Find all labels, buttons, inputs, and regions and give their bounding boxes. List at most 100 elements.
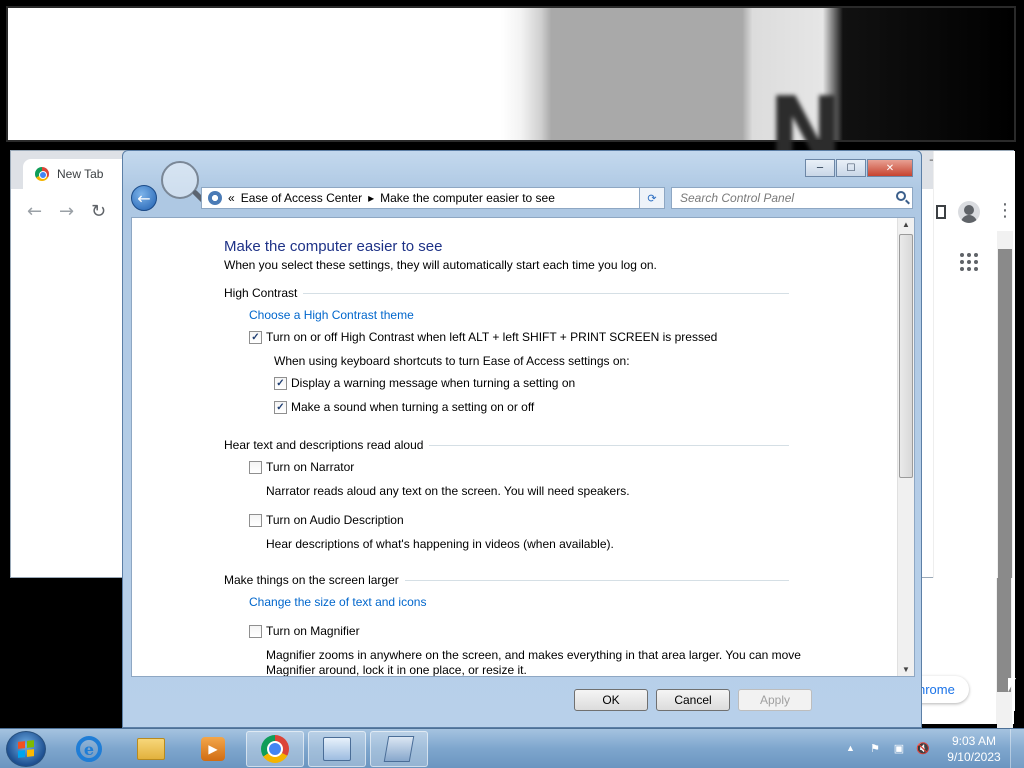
section-read-aloud: Hear text and descriptions read aloud <box>224 438 789 452</box>
checkbox-label[interactable]: Turn on Magnifier <box>266 624 360 638</box>
audio-description-description: Hear descriptions of what's happening in… <box>266 537 614 551</box>
profile-avatar-icon[interactable] <box>958 201 980 223</box>
search-icon[interactable] <box>896 191 906 201</box>
chrome-tab-title: New Tab <box>57 167 104 181</box>
checkbox-label[interactable]: Make a sound when turning a setting on o… <box>291 400 534 414</box>
section-heading: Hear text and descriptions read aloud <box>224 438 424 452</box>
checkbox-unchecked-icon[interactable] <box>249 513 262 527</box>
scroll-up-icon[interactable]: ▲ <box>902 220 910 229</box>
checkbox-label[interactable]: Display a warning message when turning a… <box>291 376 575 390</box>
section-heading: Make things on the screen larger <box>224 573 399 587</box>
chrome-scrollbar-thumb-lower[interactable] <box>997 578 1011 692</box>
section-screen-larger: Make things on the screen larger <box>224 573 789 587</box>
section-heading: High Contrast <box>224 286 298 300</box>
cp-window-controls: ─ ☐ ✕ <box>805 159 913 177</box>
chrome-tab-new-tab[interactable]: New Tab <box>23 159 135 189</box>
chrome-icon <box>261 735 289 763</box>
system-tray: ▲ ⚑ ▣ 🔇 9:03 AM 9/10/2023 <box>840 729 1024 768</box>
warning-message-checkbox[interactable]: ✓ Display a warning message when turning… <box>274 376 575 390</box>
breadcrumb-make-computer-easier-to-see[interactable]: Make the computer easier to see <box>380 191 555 205</box>
magnifier-icon <box>383 736 415 762</box>
cancel-button[interactable]: Cancel <box>656 689 730 711</box>
start-button[interactable] <box>6 731 46 767</box>
mouse-pointer-icon <box>1008 678 1016 692</box>
checkbox-checked-icon[interactable]: ✓ <box>249 330 262 344</box>
checkbox-label[interactable]: Turn on Narrator <box>266 460 354 474</box>
taskbar-magnifier[interactable] <box>370 731 428 767</box>
checkbox-label[interactable]: Turn on Audio Description <box>266 513 404 527</box>
address-bar[interactable]: « Ease of Access Center ▸ Make the compu… <box>201 187 665 209</box>
magnifier-description-line1: Magnifier zooms in anywhere on the scree… <box>266 648 801 662</box>
reload-icon[interactable]: ↻ <box>91 201 106 222</box>
refresh-button[interactable]: ⟳ <box>639 187 665 209</box>
search-placeholder: Search Control Panel <box>680 191 795 205</box>
checkbox-label[interactable]: Turn on or off High Contrast when left A… <box>266 330 717 344</box>
show-desktop-button[interactable] <box>1010 729 1024 768</box>
section-high-contrast: High Contrast <box>224 286 789 300</box>
chrome-menu-icon[interactable]: ⋮ <box>996 201 1014 221</box>
content-pane: Make the computer easier to see When you… <box>131 217 915 677</box>
narrator-checkbox[interactable]: Turn on Narrator <box>249 460 354 474</box>
apply-button[interactable]: Apply <box>738 689 812 711</box>
cp-minimize-button[interactable]: ─ <box>805 159 835 177</box>
chrome-scrollbar-lower[interactable] <box>996 578 1012 724</box>
volume-muted-icon[interactable]: 🔇 <box>916 741 930 755</box>
clock-time[interactable]: 9:03 AM <box>948 734 1000 748</box>
google-apps-icon[interactable] <box>960 253 978 271</box>
divider <box>404 579 789 581</box>
side-panel-icon[interactable] <box>936 205 946 219</box>
choose-high-contrast-theme-link[interactable]: Choose a High Contrast theme <box>249 308 414 322</box>
divider <box>429 444 789 446</box>
magnifier-lens-area: N <box>6 6 1016 183</box>
ok-button[interactable]: OK <box>574 689 648 711</box>
back-arrow-icon[interactable]: ← <box>27 201 42 222</box>
cp-close-button[interactable]: ✕ <box>867 159 913 177</box>
control-panel-window: ─ ☐ ✕ ← « Ease of Access Center ▸ Make t… <box>122 150 922 728</box>
address-prefix[interactable]: « <box>228 191 235 205</box>
action-center-flag-icon[interactable]: ⚑ <box>868 741 882 755</box>
shortcut-note: When using keyboard shortcuts to turn Ea… <box>274 354 630 368</box>
magnifier-checkbox[interactable]: Turn on Magnifier <box>249 624 360 638</box>
taskbar: e ▶ ▲ ⚑ ▣ 🔇 9:03 AM 9/10/2023 <box>0 728 1024 768</box>
taskbar-internet-explorer[interactable]: e <box>60 731 118 767</box>
control-panel-icon <box>208 191 222 205</box>
magnifier-description-line2: Magnifier around, lock it in one place, … <box>266 663 527 677</box>
scrollbar-thumb[interactable] <box>899 234 913 478</box>
customize-chrome-label: hrome <box>918 682 955 697</box>
narrator-description: Narrator reads aloud any text on the scr… <box>266 484 630 498</box>
checkbox-unchecked-icon[interactable] <box>249 460 262 474</box>
change-text-size-link[interactable]: Change the size of text and icons <box>249 595 426 609</box>
divider <box>303 292 789 294</box>
internet-explorer-icon: e <box>76 736 102 762</box>
folder-icon <box>137 738 165 760</box>
chrome-logo-icon <box>35 167 49 181</box>
taskbar-chrome[interactable] <box>246 731 304 767</box>
breadcrumb-separator-icon[interactable]: ▸ <box>368 191 374 205</box>
breadcrumb-ease-of-access-center[interactable]: Ease of Access Center <box>241 191 362 205</box>
scroll-down-icon[interactable]: ▼ <box>902 665 910 674</box>
taskbar-control-panel[interactable] <box>308 731 366 767</box>
search-input[interactable]: Search Control Panel <box>671 187 913 209</box>
windows-logo-icon <box>18 740 34 758</box>
audio-description-checkbox[interactable]: Turn on Audio Description <box>249 513 404 527</box>
taskbar-media-player[interactable]: ▶ <box>184 731 242 767</box>
high-contrast-shortcut-checkbox[interactable]: ✓ Turn on or off High Contrast when left… <box>249 330 717 344</box>
media-player-icon: ▶ <box>201 737 225 761</box>
back-button[interactable]: ← <box>131 185 157 211</box>
checkbox-checked-icon[interactable]: ✓ <box>274 400 287 414</box>
taskbar-file-explorer[interactable] <box>122 731 180 767</box>
dialog-footer: OK Cancel Apply <box>131 679 915 723</box>
network-icon[interactable]: ▣ <box>892 741 906 755</box>
make-sound-checkbox[interactable]: ✓ Make a sound when turning a setting on… <box>274 400 534 414</box>
page-subtitle: When you select these settings, they wil… <box>224 258 657 272</box>
clock-date[interactable]: 9/10/2023 <box>944 750 1004 764</box>
forward-arrow-icon[interactable]: → <box>59 201 74 222</box>
checkbox-checked-icon[interactable]: ✓ <box>274 376 287 390</box>
show-hidden-icons-icon[interactable]: ▲ <box>846 743 855 753</box>
content-scrollbar[interactable]: ▲ ▼ <box>897 218 914 676</box>
page-title: Make the computer easier to see <box>224 238 443 255</box>
checkbox-unchecked-icon[interactable] <box>249 624 262 638</box>
cp-maximize-button[interactable]: ☐ <box>836 159 866 177</box>
control-panel-icon <box>323 737 351 761</box>
magnifier-view: N <box>0 0 1024 183</box>
